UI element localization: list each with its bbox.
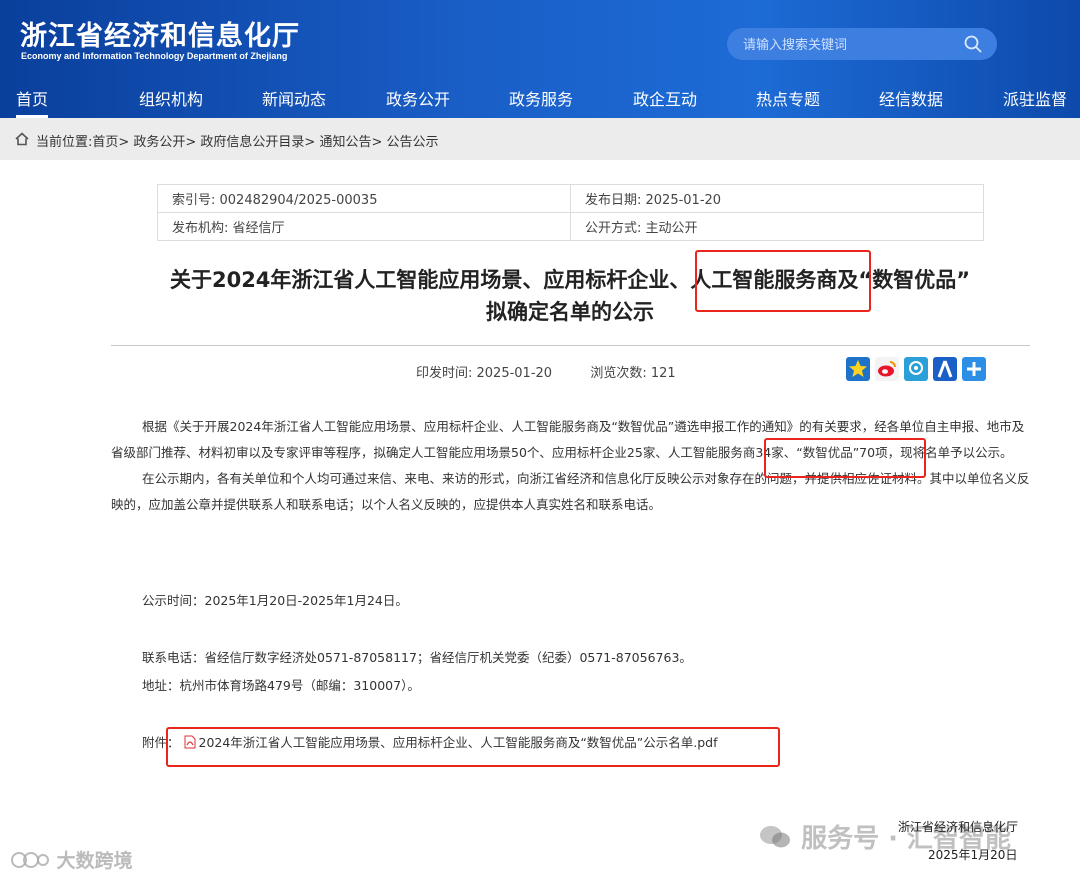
- nav-item-gov-affairs[interactable]: 政务公开: [386, 86, 450, 110]
- home-icon: [15, 132, 29, 146]
- nav-item-topics[interactable]: 热点专题: [756, 86, 820, 110]
- tencent-weibo-share-icon[interactable]: [904, 357, 928, 381]
- nav-item-gov-services[interactable]: 政务服务: [509, 86, 573, 110]
- highlight-box-title: [695, 250, 871, 312]
- highlight-box-attachment: [166, 727, 780, 767]
- search-box[interactable]: [727, 28, 997, 60]
- wechat-icon: [760, 826, 790, 848]
- site-title[interactable]: 浙江省经济和信息化厅: [20, 14, 300, 53]
- qzone-share-icon[interactable]: [846, 357, 870, 381]
- article-info: 印发时间: 2025-01-20 浏览次数: 121: [416, 362, 676, 381]
- open-mode: 公开方式: 主动公开: [570, 212, 984, 241]
- print-time: 印发时间: 2025-01-20: [416, 366, 553, 381]
- search-icon[interactable]: [963, 34, 983, 54]
- breadcrumb[interactable]: 当前位置:首页> 政务公开> 政府信息公开目录> 通知公告> 公告公示: [36, 131, 438, 150]
- nav-item-data[interactable]: 经信数据: [879, 86, 943, 110]
- more-share-icon[interactable]: [962, 357, 986, 381]
- nav-item-home[interactable]: 首页: [16, 86, 49, 118]
- search-input[interactable]: [741, 34, 955, 56]
- nav-item-supervision[interactable]: 派驻监督: [1003, 86, 1067, 110]
- contact-phone: 联系电话：省经信厅数字经济处0571-87058117；省经信厅机关党委（纪委）…: [142, 650, 692, 665]
- article-title: 关于2024年浙江省人工智能应用场景、应用标杆企业、人工智能服务商及“数智优品”…: [110, 264, 1030, 328]
- main-nav: 首页 组织机构 新闻动态 政务公开 政务服务 政企互动 热点专题 经信数据 派驻…: [0, 80, 1080, 118]
- nav-item-organization[interactable]: 组织机构: [139, 86, 203, 110]
- issuer: 发布机构: 省经信厅: [157, 212, 571, 241]
- footer-org: 浙江省经济和信息化厅: [898, 820, 1019, 834]
- highlight-box-service-providers: [764, 438, 926, 478]
- watermark-left-text: 大数跨境: [56, 850, 133, 872]
- article-title-line2: 拟确定名单的公示: [486, 300, 654, 324]
- share-bar: [846, 357, 986, 381]
- nav-item-news[interactable]: 新闻动态: [262, 86, 326, 110]
- document-meta-table: 索引号: 002482904/2025-00035 发布日期: 2025-01-…: [157, 184, 984, 241]
- publicity-period: 公示时间：2025年1月20日-2025年1月24日。: [142, 593, 408, 608]
- index-number: 索引号: 002482904/2025-00035: [157, 184, 571, 213]
- site-header: 浙江省经济和信息化厅 Economy and Information Techn…: [0, 0, 1080, 118]
- watermark-left: 大数跨境: [10, 846, 133, 873]
- renren-share-icon[interactable]: [933, 357, 957, 381]
- footer-date: 2025年1月20日: [928, 848, 1018, 862]
- nav-item-interaction[interactable]: 政企互动: [633, 86, 697, 110]
- address: 地址：杭州市体育场路479号（邮编：310007）。: [142, 678, 420, 693]
- publish-date: 发布日期: 2025-01-20: [570, 184, 984, 213]
- watermark-logo-icon: [11, 852, 49, 868]
- site-subtitle: Economy and Information Technology Depar…: [21, 51, 288, 61]
- article-title-line1: 关于2024年浙江省人工智能应用场景、应用标杆企业、人工智能服务商及“数智优品”: [169, 268, 971, 292]
- breadcrumb-bar: 当前位置:首页> 政务公开> 政府信息公开目录> 通知公告> 公告公示: [0, 118, 1080, 160]
- view-count: 浏览次数: 121: [590, 366, 676, 381]
- divider: [111, 345, 1030, 346]
- weibo-share-icon[interactable]: [875, 357, 899, 381]
